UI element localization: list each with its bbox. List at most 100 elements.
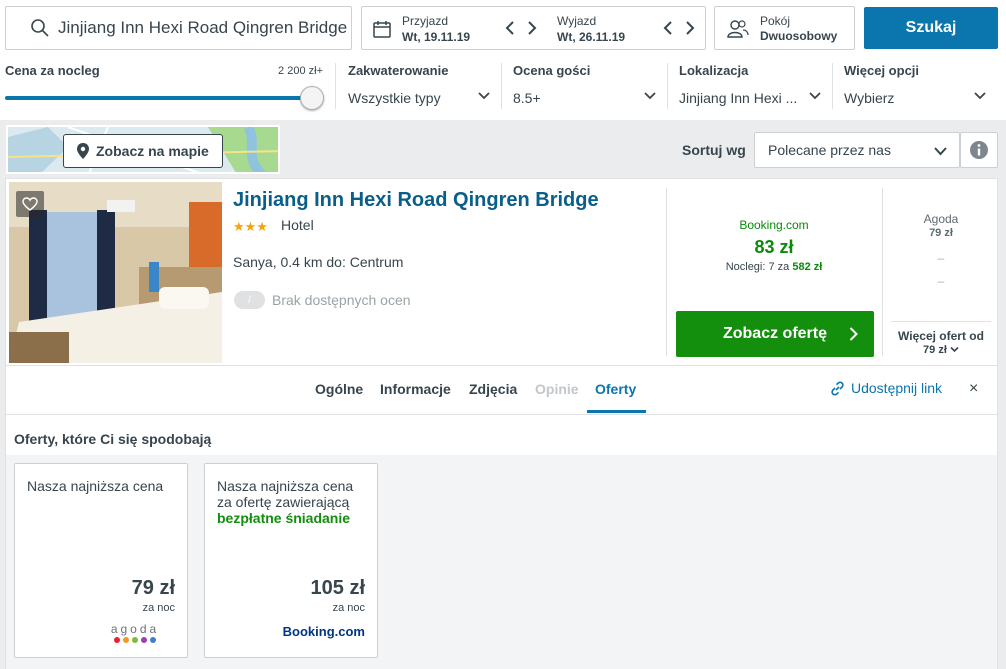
- chevron-down-icon: [950, 346, 959, 353]
- checkout-value: Wt, 26.11.19: [557, 30, 626, 44]
- calendar-icon: [373, 21, 391, 38]
- chevron-down-icon: [974, 92, 986, 100]
- tab-info[interactable]: Informacje: [380, 381, 451, 397]
- sort-value: Polecane przez nas: [768, 142, 891, 158]
- price-divider: [666, 188, 667, 356]
- chevron-left-icon[interactable]: [504, 19, 516, 37]
- offer-highlight: bezpłatne śniadanie: [217, 510, 351, 526]
- destination-value: Jinjiang Inn Hexi Road Qingren Bridge: [58, 18, 348, 37]
- checkout-label: Wyjazd: [557, 14, 597, 28]
- hotel-photo[interactable]: [9, 182, 222, 363]
- filter-divider: [832, 63, 833, 109]
- see-on-map-button[interactable]: Zobacz na mapie: [63, 134, 223, 168]
- hotel-location: Sanya, 0.4 km do: Centrum: [233, 254, 404, 270]
- rating-text: Brak dostępnych ocen: [272, 292, 411, 308]
- rating-badge: /: [234, 291, 265, 309]
- view-offer-label: Zobacz ofertę: [722, 325, 827, 342]
- checkin-value: Wt, 19.11.19: [402, 30, 471, 44]
- rating-filter-value: 8.5+: [513, 90, 541, 106]
- main-offer-nights: Noclegi: 7 za 582 zł: [676, 261, 872, 273]
- hotel-stars: ★★★: [233, 219, 268, 235]
- side-offer-provider[interactable]: Agoda: [891, 212, 991, 226]
- offer-description: Nasza najniższa cena za ofertę zawierają…: [217, 478, 367, 526]
- offer-price: 105 zł: [310, 577, 365, 599]
- rating-filter[interactable]: Ocena gości 8.5+: [513, 63, 656, 109]
- map-preview[interactable]: Zobacz na mapie: [6, 125, 280, 174]
- favorite-button[interactable]: [16, 191, 44, 217]
- accommodation-filter[interactable]: Zakwaterowanie Wszystkie typy: [348, 63, 490, 109]
- chevron-left-icon[interactable]: [662, 19, 674, 37]
- chevron-down-icon: [809, 92, 821, 100]
- booking-logo: Booking.com: [282, 624, 365, 639]
- sort-select[interactable]: Polecane przez nas: [754, 132, 960, 168]
- offers-section: Oferty, które Ci się spodobają Nasza naj…: [5, 415, 998, 669]
- more-options-filter[interactable]: Więcej opcji Wybierz: [844, 63, 986, 109]
- price-divider: [882, 188, 883, 356]
- agoda-wordmark: agoda: [110, 622, 160, 636]
- chevron-right-icon[interactable]: [684, 19, 696, 37]
- checkin-date[interactable]: Przyjazd Wt, 19.11.19: [402, 14, 470, 44]
- map-pin-icon: [77, 143, 89, 159]
- offer-price: 79 zł: [131, 577, 175, 599]
- offer-card-lowest[interactable]: Nasza najniższa cena 79 zł za noc agoda: [14, 463, 188, 658]
- date-picker[interactable]: Przyjazd Wt, 19.11.19 Wyjazd Wt, 26.11.1…: [361, 6, 706, 50]
- people-icon: [727, 20, 749, 38]
- nights-total: 582 zł: [792, 261, 823, 273]
- hotel-type: Hotel: [281, 217, 314, 233]
- empty-offer-slot: –: [937, 274, 945, 288]
- price-slider-handle[interactable]: [300, 86, 324, 110]
- sort-label: Sortuj wg: [682, 142, 746, 158]
- chevron-right-icon[interactable]: [526, 19, 538, 37]
- search-bar: Jinjiang Inn Hexi Road Qingren Bridge Pr…: [0, 0, 1006, 120]
- accommodation-filter-value: Wszystkie typy: [348, 90, 441, 106]
- price-filter-max: 2 200 zł+: [278, 65, 323, 77]
- side-offer-price[interactable]: 79 zł: [891, 227, 991, 239]
- price-filter: Cena za nocleg 2 200 zł+: [5, 63, 324, 113]
- filter-divider: [335, 63, 336, 109]
- filter-divider: [501, 63, 502, 109]
- see-on-map-label: Zobacz na mapie: [96, 143, 209, 159]
- share-label: Udostępnij link: [851, 380, 943, 396]
- main-offer-price: 83 zł: [754, 237, 794, 257]
- agoda-logo: agoda: [107, 622, 163, 643]
- location-filter-value: Jinjiang Inn Hexi ...: [679, 90, 798, 106]
- offer-description-text: Nasza najniższa cena za ofertę zawierają…: [217, 478, 354, 510]
- more-offers-divider: [891, 321, 991, 322]
- checkin-arrows: [504, 19, 538, 37]
- offer-per-night: za noc: [142, 602, 175, 614]
- info-icon: [970, 141, 988, 159]
- location-filter-title: Lokalizacja: [679, 63, 749, 78]
- more-offers-price-value: 79 zł: [923, 344, 947, 356]
- price-slider-track[interactable]: [5, 96, 311, 100]
- offer-card-breakfast[interactable]: Nasza najniższa cena za ofertę zawierają…: [204, 463, 378, 658]
- sort-info-button[interactable]: [960, 132, 998, 168]
- tab-reviews: Opinie: [535, 381, 579, 397]
- link-icon: [831, 380, 844, 396]
- tab-general[interactable]: Ogólne: [315, 381, 363, 397]
- location-filter[interactable]: Lokalizacja Jinjiang Inn Hexi ...: [679, 63, 821, 109]
- hotel-card: Jinjiang Inn Hexi Road Qingren Bridge ★★…: [5, 178, 998, 415]
- checkin-label: Przyjazd: [402, 14, 449, 28]
- tab-offers[interactable]: Oferty: [595, 381, 636, 397]
- main-offer-provider: Booking.com: [739, 218, 809, 232]
- more-options-title: Więcej opcji: [844, 63, 920, 78]
- hotel-name[interactable]: Jinjiang Inn Hexi Road Qingren Bridge: [233, 189, 599, 212]
- chevron-right-icon: [849, 327, 858, 341]
- share-link[interactable]: Udostępnij link: [830, 380, 942, 396]
- accommodation-filter-title: Zakwaterowanie: [348, 63, 449, 78]
- rooms-value: Dwuosobowy: [760, 29, 838, 43]
- checkout-arrows: [662, 19, 696, 37]
- more-offers-link[interactable]: Więcej ofert od: [891, 329, 991, 343]
- offers-title: Oferty, które Ci się spodobają: [14, 431, 212, 447]
- more-offers-price[interactable]: 79 zł: [891, 344, 991, 356]
- close-icon[interactable]: ×: [969, 380, 978, 398]
- view-offer-button[interactable]: Zobacz ofertę: [676, 311, 874, 357]
- search-button[interactable]: Szukaj: [864, 7, 998, 49]
- tabs-divider: [6, 365, 997, 366]
- room-selector[interactable]: Pokój Dwuosobowy: [714, 6, 855, 50]
- checkout-date[interactable]: Wyjazd Wt, 26.11.19: [557, 14, 625, 44]
- chevron-down-icon: [478, 92, 490, 100]
- tab-photos[interactable]: Zdjęcia: [469, 381, 517, 397]
- destination-search-input[interactable]: Jinjiang Inn Hexi Road Qingren Bridge: [5, 6, 352, 50]
- active-tab-indicator: [587, 410, 646, 413]
